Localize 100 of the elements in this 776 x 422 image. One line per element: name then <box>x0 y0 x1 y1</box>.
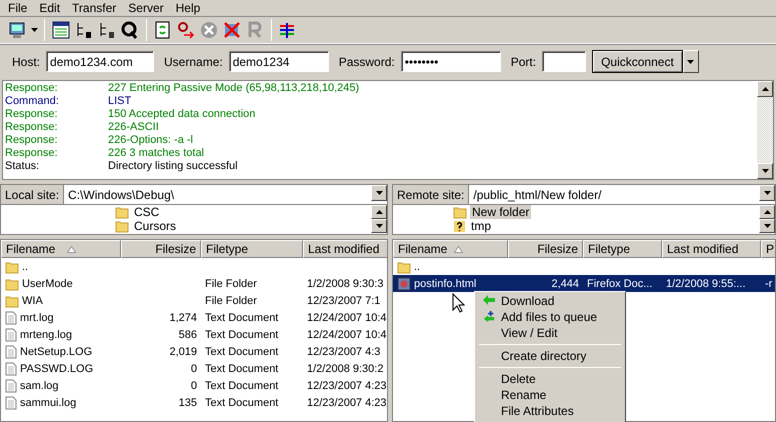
caret-down-icon <box>376 191 382 195</box>
file-cell: 12/23/2007 4:3 <box>307 346 380 358</box>
scroll-up-button[interactable] <box>759 205 775 219</box>
tree-item[interactable]: Cursors <box>132 219 178 233</box>
add-queue-icon <box>483 311 495 323</box>
scroll-up-button[interactable] <box>757 81 773 97</box>
context-menu-item[interactable]: View / Edit <box>477 325 623 341</box>
file-cell: mrt.log <box>20 312 54 324</box>
document-icon <box>5 344 17 358</box>
context-menu-item[interactable]: Add files to queue <box>477 309 623 325</box>
quickconnect-button[interactable]: Quickconnect <box>592 50 683 73</box>
port-field[interactable] <box>542 51 586 72</box>
file-cell: 1,274 <box>169 312 197 324</box>
file-row[interactable]: postinfo.html 2,444 Firefox Doc... 1/2/2008 9:55:... -r <box>393 275 775 292</box>
caret-down-icon <box>764 224 770 228</box>
file-row[interactable]: sammui.log 135 Text Document 12/23/2007 4:23 <box>1 394 387 411</box>
file-cell: 12/23/2007 4:23 <box>307 396 387 408</box>
sort-arrow-icon <box>454 246 463 252</box>
context-menu-item[interactable]: Download <box>477 293 623 309</box>
scroll-down-button[interactable] <box>757 163 773 179</box>
caret-down-icon <box>376 224 382 228</box>
document-icon <box>5 328 17 342</box>
site-path-field[interactable]: Local site: C:\Windows\Debug\ <box>0 184 388 205</box>
file-row[interactable]: .. <box>1 258 387 275</box>
menu-item[interactable]: File <box>2 1 34 15</box>
host-field[interactable]: demo1234.com <box>46 51 154 72</box>
folder-icon <box>5 276 19 290</box>
process-queue-icon[interactable] <box>176 20 196 40</box>
username-field[interactable]: demo1234 <box>228 51 329 72</box>
column-header[interactable]: P <box>761 240 775 258</box>
file-cell: 586 <box>178 328 197 340</box>
file-cell: 1/2/2008 9:30:2 <box>307 362 384 374</box>
column-header[interactable]: Filetype <box>201 240 303 258</box>
file-row[interactable]: PASSWD.LOG 0 Text Document 1/2/2008 9:30:2 <box>1 360 387 377</box>
column-header[interactable]: Last modified <box>303 240 387 258</box>
disconnect-icon[interactable] <box>222 20 242 40</box>
column-header[interactable]: Filename <box>393 240 508 258</box>
site-path-field[interactable]: Remote site: /public_html/New folder/ <box>392 184 776 205</box>
file-cell: PASSWD.LOG <box>20 362 94 374</box>
menu-item[interactable]: Server <box>122 1 170 15</box>
file-cell: Firefox Doc... <box>587 278 652 290</box>
caret-up-icon <box>762 87 768 91</box>
username-label: Username: <box>164 54 223 68</box>
file-cell: 12/24/2007 10:4 <box>307 328 387 340</box>
file-cell: -r <box>765 278 772 290</box>
log-label: Response: <box>5 82 59 95</box>
tree-item[interactable]: New folder <box>470 205 532 219</box>
file-row[interactable]: UserMode File Folder 1/2/2008 9:30:3 <box>1 275 387 292</box>
log-message: 226-ASCII <box>108 121 159 134</box>
column-header[interactable]: Filesize <box>121 240 201 258</box>
file-cell: 12/24/2007 10:4 <box>307 312 387 324</box>
file-cell: .. <box>22 260 28 272</box>
document-icon <box>5 362 17 376</box>
tree-item[interactable]: tmp <box>469 219 494 233</box>
document-icon <box>5 310 17 324</box>
context-menu-item[interactable]: Rename <box>477 387 623 403</box>
tree-item[interactable]: CSC <box>132 205 162 219</box>
menu-item[interactable]: Edit <box>33 1 66 15</box>
context-menu-item[interactable]: Delete <box>477 371 623 387</box>
log-label: Response: <box>5 147 59 160</box>
context-menu-item[interactable]: File Attributes <box>477 403 623 419</box>
file-row[interactable]: WIA File Folder 12/23/2007 7:1 <box>1 292 387 309</box>
queue-icon[interactable] <box>120 20 140 40</box>
log-label: Status: <box>5 160 40 173</box>
message-log-icon[interactable] <box>51 20 71 40</box>
scroll-up-button[interactable] <box>371 205 387 219</box>
folder-icon <box>5 294 19 308</box>
file-cell: File Folder <box>205 278 257 290</box>
file-cell: 1/2/2008 9:30:3 <box>307 278 384 290</box>
log-message: Directory listing successful <box>108 160 238 173</box>
file-row[interactable]: sam.log 0 Text Document 12/23/2007 4:23 <box>1 377 387 394</box>
file-row[interactable]: .. <box>393 258 775 275</box>
file-cell: 1/2/2008 9:55:... <box>666 278 746 290</box>
caret-down-icon <box>762 169 768 173</box>
file-cell: .. <box>414 260 420 272</box>
file-row[interactable]: mrteng.log 586 Text Document 12/24/2007 10:4 <box>1 326 387 343</box>
menu-item[interactable]: Help <box>170 1 206 15</box>
scroll-down-button[interactable] <box>759 219 775 233</box>
dropdown-button[interactable] <box>371 185 387 201</box>
scroll-down-button[interactable] <box>371 219 387 233</box>
column-header[interactable]: Last modified <box>662 240 761 258</box>
sort-arrow-icon <box>67 246 76 252</box>
menu-item[interactable]: Transfer <box>66 1 122 15</box>
column-header[interactable]: Filename <box>1 240 121 258</box>
password-field[interactable]: •••••••• <box>400 51 501 72</box>
log-message: 226 3 matches total <box>108 147 204 160</box>
port-label: Port: <box>510 54 536 68</box>
password-label: Password: <box>338 54 395 68</box>
file-cell: Text Document <box>205 396 278 408</box>
file-cell: 135 <box>178 396 197 408</box>
cancel-icon[interactable] <box>199 20 219 40</box>
column-header[interactable]: Filetype <box>583 240 662 258</box>
file-cell: WIA <box>22 294 43 306</box>
context-menu-item[interactable]: Create directory <box>477 348 623 364</box>
dropdown-button[interactable] <box>759 185 775 201</box>
file-cell: 2,019 <box>169 346 197 358</box>
file-row[interactable]: NetSetup.LOG 2,019 Text Document 12/23/2007 4:3 <box>1 343 387 360</box>
file-row[interactable]: mrt.log 1,274 Text Document 12/24/2007 10:4 <box>1 309 387 326</box>
column-header[interactable]: Filesize <box>508 240 583 258</box>
dropdown-button[interactable] <box>682 50 699 73</box>
